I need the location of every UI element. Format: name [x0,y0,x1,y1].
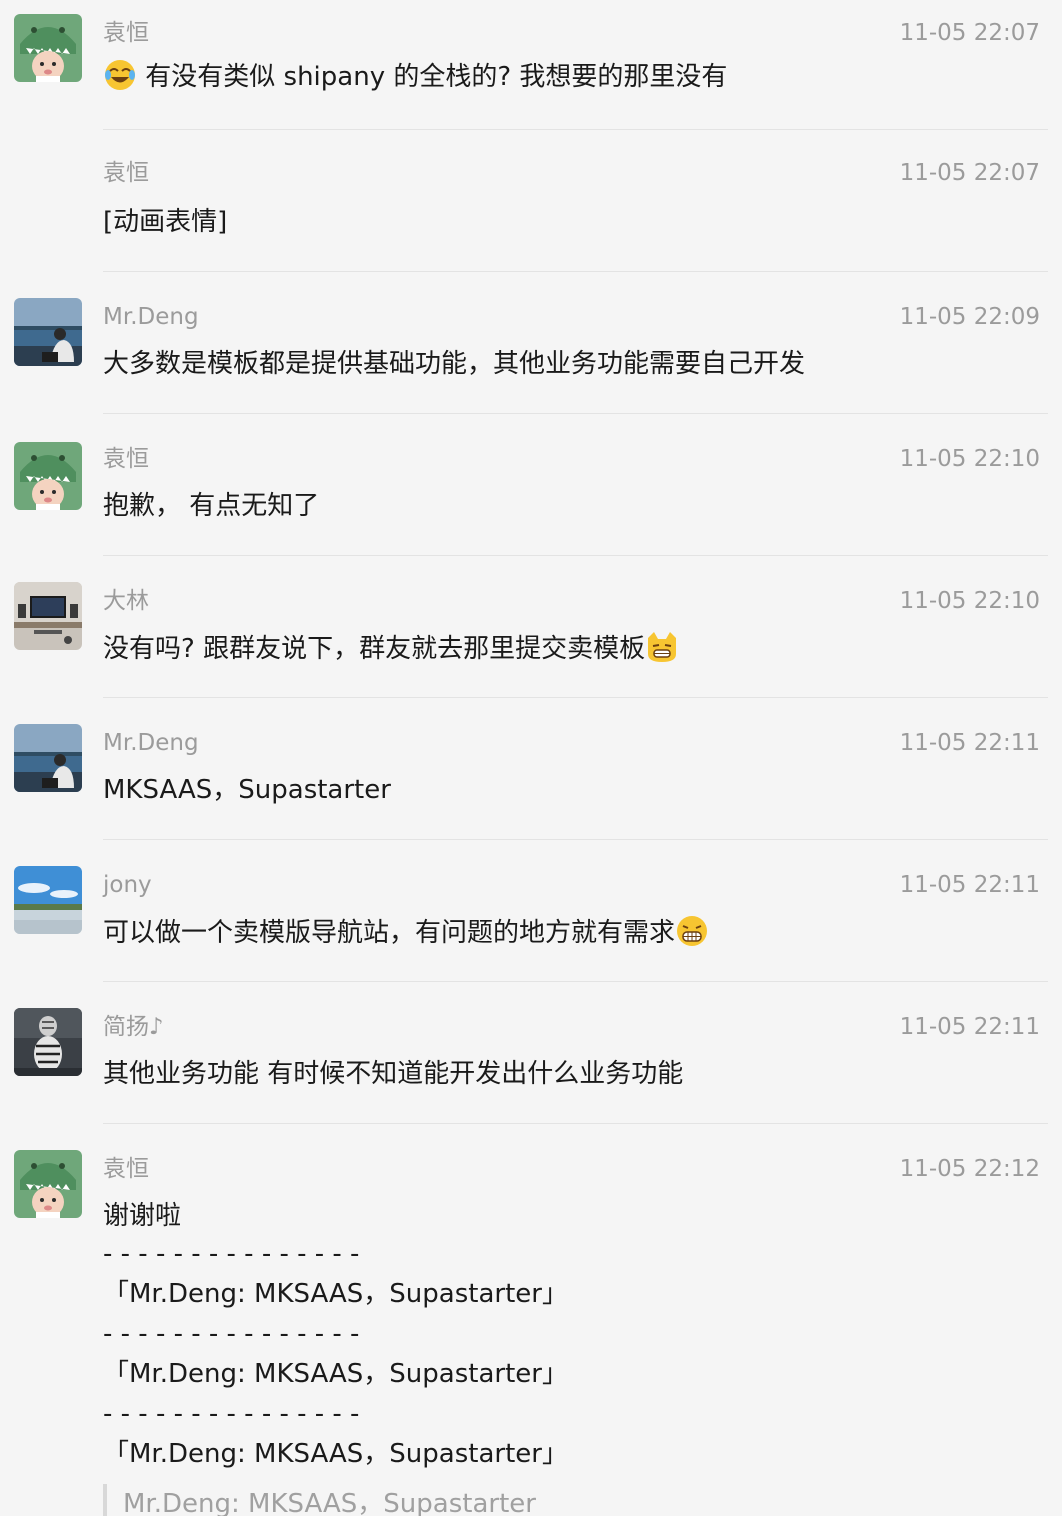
quote-preview[interactable]: Mr.Deng: MKSAAS，Supastarter [103,1484,536,1516]
message-item[interactable]: Mr.Deng 11-05 22:09 大多数是模板都是提供基础功能，其他业务功… [0,272,1062,414]
sender-name: 简扬♪ [103,1014,164,1040]
sender-name: jony [103,872,152,898]
message-text: 没有吗? 跟群友说下，群友就去那里提交卖模板 [103,630,679,667]
message-text: [动画表情] [103,207,228,237]
sender-name: 大林 [103,588,149,614]
dino-avatar[interactable] [14,442,82,510]
message-item[interactable]: 简扬♪ 11-05 22:11 其他业务功能 有时候不知道能开发出什么业务功能 [0,982,1062,1124]
separator-line: - - - - - - - - - - - - - - - [103,1399,360,1429]
sender-name: Mr.Deng [103,730,199,756]
sender-name: 袁恒 [103,1156,149,1182]
dino-avatar[interactable] [14,1150,82,1218]
message-text: 抱歉， 有点无知了 [103,491,320,521]
message-text: 可以做一个卖模版导航站，有问题的地方就有需求 [103,914,709,951]
message-text-content: 可以做一个卖模版导航站，有问题的地方就有需求 [103,918,676,948]
message-item[interactable]: 袁恒 11-05 22:10 抱歉， 有点无知了 [0,414,1062,556]
joy-emoji-icon [105,60,135,90]
message-item[interactable]: 袁恒 11-05 22:07 有没有类似 shipany 的全栈的? 我想要的那… [0,0,1062,130]
sender-name: 袁恒 [103,446,149,472]
quoted-line: 「Mr.Deng: MKSAAS，Supastarter」 [103,1359,568,1389]
message-item[interactable]: 大林 11-05 22:10 没有吗? 跟群友说下，群友就去那里提交卖模板 [0,556,1062,698]
message-text: 谢谢啦 [103,1201,182,1231]
message-time: 11-05 22:11 [899,1014,1040,1040]
message-time: 11-05 22:10 [899,588,1040,614]
message-time: 11-05 22:09 [899,304,1040,330]
tiger-avatar[interactable] [14,1008,82,1076]
quote-preview-text: Mr.Deng: MKSAAS，Supastarter [123,1489,536,1516]
message-text: 有没有类似 shipany 的全栈的? 我想要的那里没有 [103,58,727,95]
sender-name: 袁恒 [103,160,149,186]
message-time: 11-05 22:07 [899,160,1040,186]
separator-line: - - - - - - - - - - - - - - - [103,1239,360,1269]
quoted-line: 「Mr.Deng: MKSAAS，Supastarter」 [103,1439,568,1469]
message-time: 11-05 22:10 [899,446,1040,472]
message-item[interactable]: 袁恒 11-05 22:07 [动画表情] [0,130,1062,272]
chat-history: 袁恒 11-05 22:07 有没有类似 shipany 的全栈的? 我想要的那… [0,0,1062,1516]
message-time: 11-05 22:11 [899,730,1040,756]
grin-emoji-icon [677,916,708,946]
message-text-content: 有没有类似 shipany 的全栈的? 我想要的那里没有 [145,62,728,92]
lake-avatar[interactable] [14,724,82,792]
message-item[interactable]: jony 11-05 22:11 可以做一个卖模版导航站，有问题的地方就有需求 [0,840,1062,982]
message-text-content: 没有吗? 跟群友说下，群友就去那里提交卖模板 [103,634,646,664]
cat-emoji-icon [648,632,677,662]
sender-name: Mr.Deng [103,304,199,330]
sky-avatar[interactable] [14,866,82,934]
dino-avatar[interactable] [14,14,82,82]
sender-name: 袁恒 [103,20,149,46]
lake-avatar[interactable] [14,298,82,366]
separator-line: - - - - - - - - - - - - - - - [103,1319,360,1349]
message-text: 大多数是模板都是提供基础功能，其他业务功能需要自己开发 [103,349,806,379]
message-time: 11-05 22:12 [899,1156,1040,1182]
message-text: MKSAAS，Supastarter [103,775,391,805]
message-time: 11-05 22:07 [899,20,1040,46]
message-text: 其他业务功能 有时候不知道能开发出什么业务功能 [103,1059,684,1089]
message-item[interactable]: Mr.Deng 11-05 22:11 MKSAAS，Supastarter [0,698,1062,840]
desk-avatar[interactable] [14,582,82,650]
message-time: 11-05 22:11 [899,872,1040,898]
quoted-line: 「Mr.Deng: MKSAAS，Supastarter」 [103,1279,568,1309]
